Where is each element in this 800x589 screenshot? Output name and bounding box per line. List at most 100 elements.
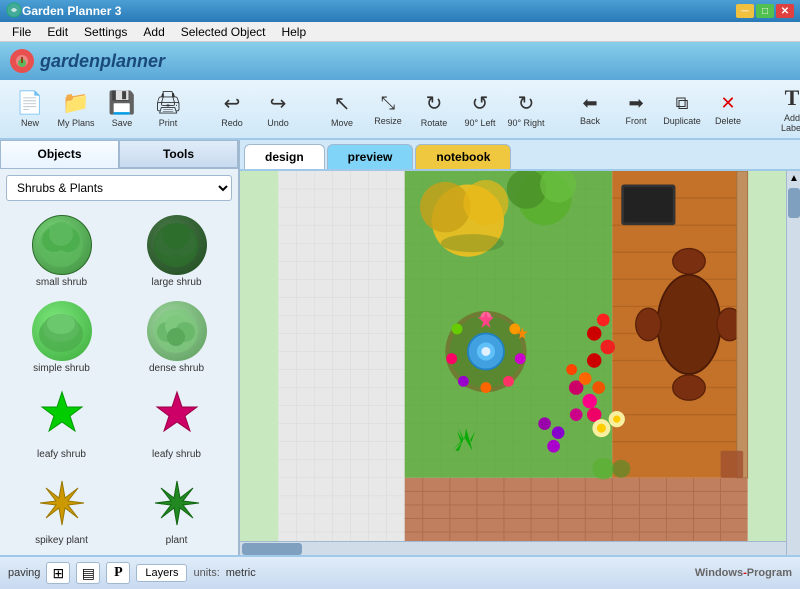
add-label-button[interactable]: T Add Label (770, 83, 800, 135)
redo-icon: ↩ (224, 91, 241, 116)
plant-item-large-shrub[interactable]: large shrub (121, 211, 232, 293)
large-shrub-icon (147, 215, 207, 275)
rotate-left-button[interactable]: ↺ 90° Left (458, 83, 502, 135)
toolbar-order-group: ⬅ Back ➡ Front ⧉ Duplicate ✕ Delete (564, 83, 754, 135)
garden-view (240, 171, 786, 541)
menu-add[interactable]: Add (135, 23, 172, 41)
toolbar: 📄 New 📁 My Plans 💾 Save 🖨 Print ↩ Redo ↪… (0, 80, 800, 140)
add-label-icon: T (785, 85, 800, 111)
save-label: Save (112, 118, 133, 128)
small-shrub-label: small shrub (36, 277, 87, 288)
toolbar-extras-group: T Add Label 🌱 Add Veg. Bed ◑ Shadows (766, 83, 800, 135)
my-plans-icon: 📁 (62, 90, 89, 116)
back-button[interactable]: ⬅ Back (568, 83, 612, 135)
left-panel: Objects Tools Shrubs & Plants Trees Flow… (0, 140, 240, 555)
scroll-up-button[interactable]: ▲ (787, 171, 800, 186)
rotate-right-icon: ↻ (518, 91, 535, 116)
logo-icon (10, 49, 34, 73)
rotate-label: Rotate (421, 118, 448, 128)
save-button[interactable]: 💾 Save (100, 83, 144, 135)
my-plans-button[interactable]: 📁 My Plans (54, 83, 98, 135)
menu-settings[interactable]: Settings (76, 23, 135, 41)
logo-text: gardenplanner (40, 51, 165, 72)
duplicate-icon: ⧉ (676, 93, 689, 114)
spikey-plant-label: spikey plant (35, 535, 88, 546)
resize-label: Resize (374, 116, 402, 126)
titlebar-icon (6, 2, 22, 21)
add-label-label: Add Label (772, 113, 800, 133)
simple-shrub-label: simple shrub (33, 363, 90, 374)
tab-objects[interactable]: Objects (0, 140, 119, 168)
tab-notebook[interactable]: notebook (415, 144, 511, 169)
spikey-plant-icon (32, 473, 92, 533)
horizontal-scrollbar-thumb[interactable] (242, 543, 302, 555)
vertical-scrollbar[interactable]: ▲ (786, 171, 800, 555)
plant-item-simple-shrub[interactable]: simple shrub (6, 297, 117, 379)
ruler-toggle-button[interactable]: ▤ (76, 562, 100, 584)
horizontal-scrollbar[interactable] (240, 541, 786, 555)
main-area: Objects Tools Shrubs & Plants Trees Flow… (0, 140, 800, 555)
plant-item-leafy-shrub-1[interactable]: leafy shrub (6, 383, 117, 465)
rotate-left-icon: ↺ (472, 91, 489, 116)
titlebar-title: Garden Planner 3 (22, 4, 121, 18)
vertical-scrollbar-thumb[interactable] (788, 188, 800, 218)
plant-item-leafy-shrub-2[interactable]: leafy shrub (121, 383, 232, 465)
plant-item-plant[interactable]: plant (121, 469, 232, 551)
units-label: units: (193, 567, 219, 579)
plant-item-small-shrub[interactable]: small shrub (6, 211, 117, 293)
rotate-right-label: 90° Right (507, 118, 544, 128)
tab-design[interactable]: design (244, 144, 325, 169)
large-shrub-label: large shrub (151, 277, 201, 288)
delete-button[interactable]: ✕ Delete (706, 83, 750, 135)
rotate-right-button[interactable]: ↻ 90° Right (504, 83, 548, 135)
delete-label: Delete (715, 116, 741, 126)
front-button[interactable]: ➡ Front (614, 83, 658, 135)
move-icon: ↖ (334, 91, 351, 116)
move-button[interactable]: ↖ Move (320, 83, 364, 135)
garden-canvas[interactable]: ▲ (240, 171, 800, 555)
rotate-icon: ↻ (426, 91, 443, 116)
menu-edit[interactable]: Edit (39, 23, 76, 41)
tab-tools[interactable]: Tools (119, 140, 238, 168)
leafy-shrub-2-label: leafy shrub (152, 449, 201, 460)
undo-button[interactable]: ↪ Undo (256, 83, 300, 135)
new-label: New (21, 118, 39, 128)
maximize-button[interactable]: □ (756, 4, 774, 18)
plant-icon (147, 473, 207, 533)
view-tabs: design preview notebook (240, 140, 800, 171)
toolbar-transform-group: ↖ Move ⤡ Resize ↻ Rotate ↺ 90° Left ↻ 90… (316, 83, 552, 135)
redo-label: Redo (221, 118, 243, 128)
save-icon: 💾 (108, 90, 135, 116)
minimize-button[interactable]: ─ (736, 4, 754, 18)
plant-item-dense-shrub[interactable]: dense shrub (121, 297, 232, 379)
grid-toggle-button[interactable]: ⊞ (46, 562, 70, 584)
category-select[interactable]: Shrubs & Plants Trees Flowers Vegetables… (6, 175, 232, 201)
location-label: paving (8, 567, 40, 579)
my-plans-label: My Plans (57, 118, 94, 128)
menu-file[interactable]: File (4, 23, 39, 41)
resize-button[interactable]: ⤡ Resize (366, 83, 410, 135)
units-value: metric (226, 567, 256, 579)
menu-selected-object[interactable]: Selected Object (173, 23, 274, 41)
watermark: Windows-Program (695, 567, 792, 579)
plant-grid: small shrub large shrub (0, 207, 238, 555)
new-button[interactable]: 📄 New (8, 83, 52, 135)
statusbar: paving ⊞ ▤ P Layers units: metric Window… (0, 555, 800, 589)
rotate-left-label: 90° Left (464, 118, 495, 128)
redo-button[interactable]: ↩ Redo (210, 83, 254, 135)
snap-toggle-button[interactable]: P (106, 562, 130, 584)
leafy-shrub-2-icon (147, 387, 207, 447)
toolbar-file-group: 📄 New 📁 My Plans 💾 Save 🖨 Print (4, 83, 194, 135)
layers-button[interactable]: Layers (136, 564, 187, 582)
plant-item-spikey-plant[interactable]: spikey plant (6, 469, 117, 551)
garden-svg (240, 171, 786, 541)
titlebar: Garden Planner 3 ─ □ ✕ (0, 0, 800, 22)
rotate-button[interactable]: ↻ Rotate (412, 83, 456, 135)
duplicate-button[interactable]: ⧉ Duplicate (660, 83, 704, 135)
close-button[interactable]: ✕ (776, 4, 794, 18)
print-button[interactable]: 🖨 Print (146, 83, 190, 135)
menu-help[interactable]: Help (273, 23, 314, 41)
titlebar-controls: ─ □ ✕ (736, 4, 794, 18)
tab-preview[interactable]: preview (327, 144, 414, 169)
plant-label: plant (166, 535, 188, 546)
